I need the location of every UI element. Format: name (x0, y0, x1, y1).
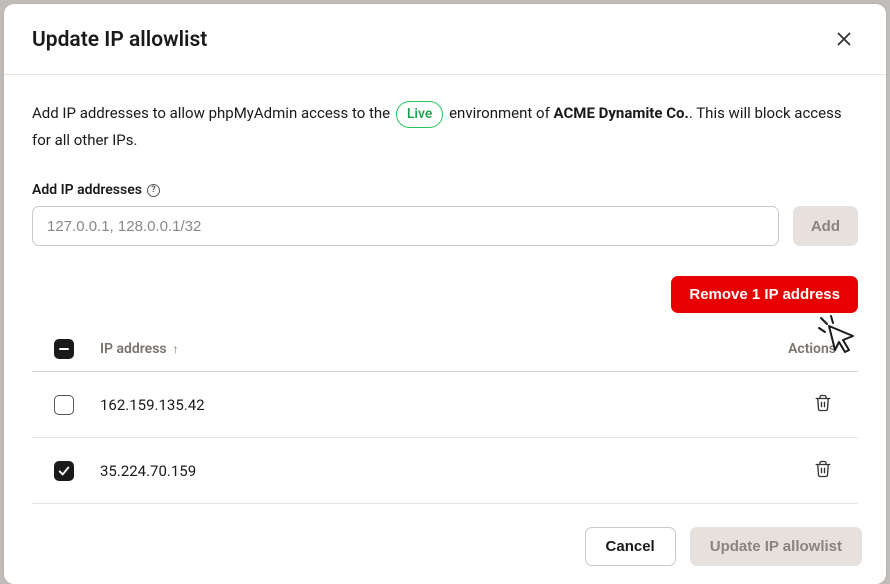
row-actions (756, 456, 836, 485)
row-checkbox[interactable] (54, 461, 74, 481)
desc-mid: environment of (449, 104, 550, 122)
modal-title: Update IP allowlist (32, 28, 207, 52)
cancel-button[interactable]: Cancel (585, 527, 676, 566)
col-ip-label: IP address (100, 341, 167, 357)
close-icon (837, 32, 851, 49)
add-ip-field: Add IP addresses ? Add (32, 182, 858, 246)
update-ip-allowlist-modal: Update IP allowlist Add IP addresses to … (4, 4, 886, 584)
select-all-checkbox[interactable] (54, 339, 74, 359)
table-row: 162.159.135.42 (32, 372, 858, 438)
submit-button[interactable]: Update IP allowlist (690, 527, 862, 566)
modal-footer: Cancel Update IP allowlist (4, 509, 886, 584)
modal-header: Update IP allowlist (4, 4, 886, 75)
row-checkbox-cell (54, 395, 100, 415)
trash-icon (814, 466, 832, 481)
check-icon (58, 465, 70, 477)
row-ip: 162.159.135.42 (100, 396, 756, 414)
header-checkbox-cell (54, 339, 100, 359)
environment-badge: Live (396, 101, 443, 128)
help-icon[interactable]: ? (147, 184, 160, 197)
modal-body: Add IP addresses to allow phpMyAdmin acc… (4, 75, 886, 509)
row-ip: 35.224.70.159 (100, 462, 756, 480)
remove-selected-button[interactable]: Remove 1 IP address (671, 276, 858, 313)
delete-row-button[interactable] (810, 456, 836, 485)
row-checkbox[interactable] (54, 395, 74, 415)
table-header: IP address ↑ Actions (32, 327, 858, 372)
trash-icon (814, 400, 832, 415)
add-ip-label-row: Add IP addresses ? (32, 182, 858, 198)
desc-pre: Add IP addresses to allow phpMyAdmin acc… (32, 104, 390, 122)
table-row: 35.224.70.159 (32, 438, 858, 504)
column-header-ip[interactable]: IP address ↑ (100, 341, 756, 357)
row-checkbox-cell (54, 461, 100, 481)
add-button[interactable]: Add (793, 206, 858, 246)
ip-table: IP address ↑ Actions 162.159.135.42 (32, 327, 858, 504)
add-ip-input-row: Add (32, 206, 858, 246)
company-name: ACME Dynamite Co. (554, 104, 689, 122)
ip-address-input[interactable] (32, 206, 779, 246)
bulk-action-row: Remove 1 IP address (32, 276, 858, 313)
column-header-actions: Actions (756, 341, 836, 357)
close-button[interactable] (830, 26, 858, 54)
delete-row-button[interactable] (810, 390, 836, 419)
row-actions (756, 390, 836, 419)
add-ip-label: Add IP addresses (32, 182, 142, 198)
modal-description: Add IP addresses to allow phpMyAdmin acc… (32, 101, 858, 152)
sort-asc-icon: ↑ (173, 342, 179, 356)
indeterminate-icon (59, 348, 69, 350)
